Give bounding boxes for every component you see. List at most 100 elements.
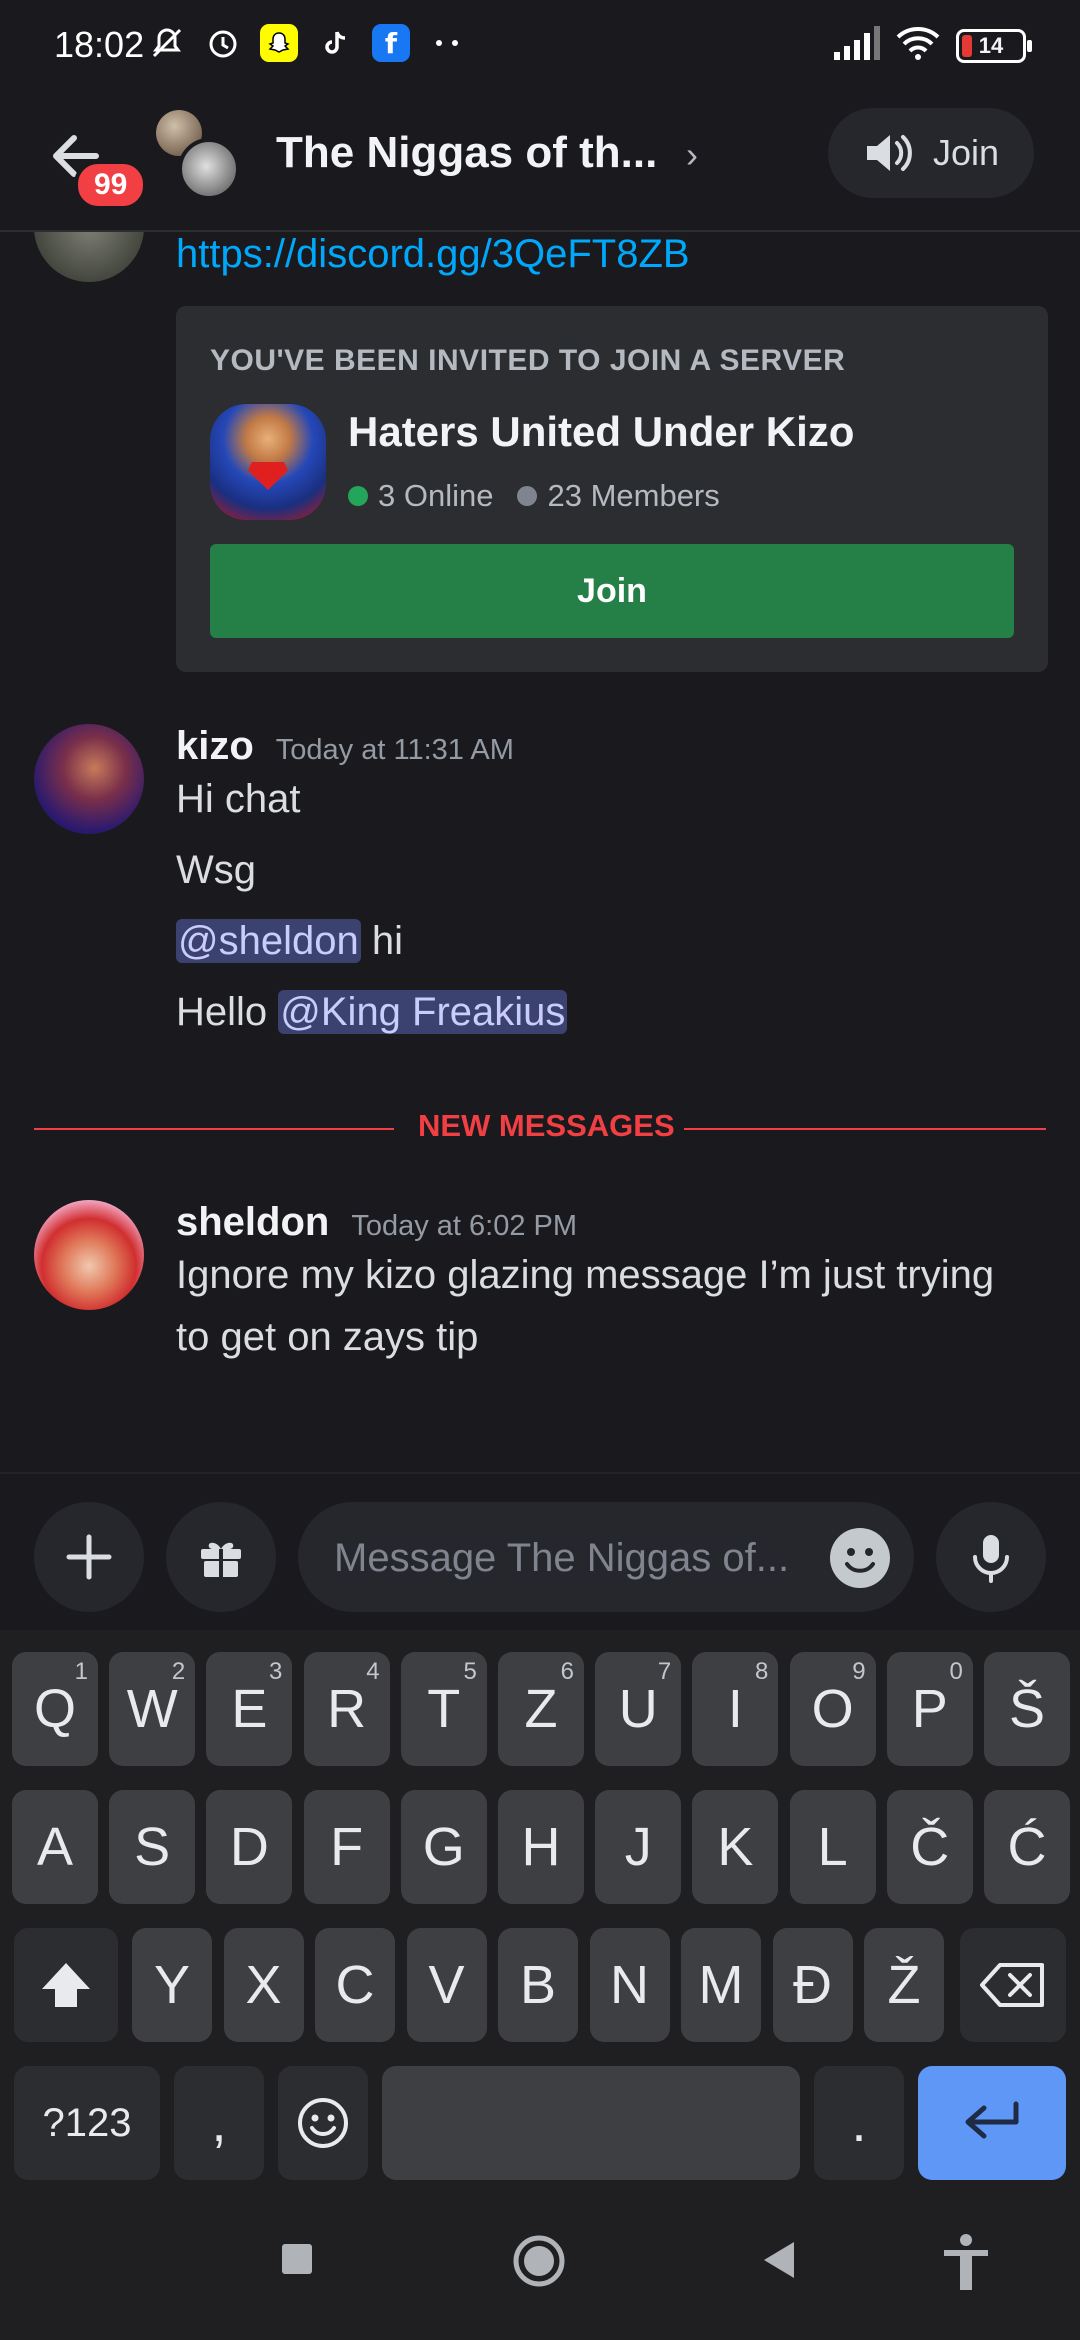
key[interactable]: L: [789, 1790, 876, 1904]
key[interactable]: I8: [692, 1652, 779, 1766]
key[interactable]: Ć: [984, 1790, 1070, 1904]
key-label: G: [422, 1817, 465, 1877]
gift-icon: [201, 1542, 241, 1577]
key-label: F: [330, 1817, 364, 1877]
key[interactable]: Đ: [772, 1928, 853, 2042]
key-label: Q: [33, 1679, 76, 1739]
key[interactable]: Y: [132, 1928, 212, 2042]
message-text: to get on zays tip: [176, 1315, 479, 1359]
key[interactable]: D: [206, 1790, 293, 1904]
invite-server-name: Haters United Under Kizo: [348, 408, 855, 455]
emoji-button[interactable]: [830, 1528, 890, 1588]
key-hint: 2: [171, 1658, 186, 1685]
speaker-icon: [866, 135, 912, 171]
message-text: @sheldon hi: [176, 910, 403, 972]
avatar[interactable]: [34, 232, 144, 282]
accessibility-icon: [944, 2234, 988, 2290]
join-voice-button[interactable]: Join: [828, 108, 1034, 198]
invite-member-count: 23 Members: [547, 478, 720, 513]
attach-button[interactable]: [34, 1502, 144, 1612]
key[interactable]: B: [498, 1928, 578, 2042]
message-timestamp: Today at 11:31 AM: [275, 734, 514, 766]
key[interactable]: R4: [303, 1652, 390, 1766]
symbols-key[interactable]: ?123: [14, 2066, 160, 2180]
key-label: Š: [1008, 1679, 1046, 1739]
shift-key[interactable]: [14, 1928, 118, 2042]
on-screen-keyboard: Q1W2E3R4T5Z6U7I8O9P0Š ASDFGHJKLČĆ YXCVBN…: [0, 1630, 1080, 2196]
key-label: A: [36, 1817, 74, 1877]
invite-stats: 3 Online 23 Members: [348, 478, 720, 514]
key-label: P: [911, 1679, 948, 1739]
message-text: Ignore my kizo glazing message I’m just …: [176, 1253, 995, 1297]
new-messages-label: NEW MESSAGES: [418, 1108, 675, 1143]
mute-icon: [148, 24, 186, 62]
key[interactable]: W2: [109, 1652, 196, 1766]
key[interactable]: M: [681, 1928, 761, 2042]
key[interactable]: Q1: [12, 1652, 98, 1766]
period-key[interactable]: .: [814, 2066, 904, 2180]
key-label: Đ: [793, 1955, 832, 2015]
voice-message-button[interactable]: [936, 1502, 1046, 1612]
key-label: J: [624, 1817, 652, 1877]
back-nav-button[interactable]: [762, 2240, 798, 2285]
key[interactable]: X: [223, 1928, 304, 2042]
message-input-placeholder: Message The Niggas of...: [334, 1536, 790, 1580]
key[interactable]: C: [315, 1928, 395, 2042]
message-text: Hi chat: [176, 777, 301, 821]
invite-heading: YOU'VE BEEN INVITED TO JOIN A SERVER: [210, 344, 846, 377]
status-bar: 18:02 f 14: [0, 0, 1080, 96]
key[interactable]: Z6: [498, 1652, 584, 1766]
recents-button[interactable]: [280, 2242, 314, 2281]
accessibility-button[interactable]: [940, 2232, 992, 2297]
alarm-icon: [204, 24, 242, 62]
key[interactable]: S: [109, 1790, 196, 1904]
key-hint: 1: [74, 1658, 88, 1685]
user-mention[interactable]: @sheldon: [176, 919, 361, 963]
message-author[interactable]: sheldon: [176, 1200, 329, 1244]
key[interactable]: Č: [886, 1790, 973, 1904]
invite-join-button[interactable]: Join: [210, 544, 1014, 638]
key[interactable]: K: [692, 1790, 779, 1904]
invite-link[interactable]: https://discord.gg/3QeFT8ZB: [176, 232, 690, 277]
key[interactable]: O9: [789, 1652, 876, 1766]
key[interactable]: U7: [595, 1652, 682, 1766]
channel-title[interactable]: The Niggas of th...: [276, 128, 657, 178]
key[interactable]: Š: [984, 1652, 1070, 1766]
avatar[interactable]: [34, 724, 144, 834]
triangle-back-icon: [764, 2242, 794, 2278]
avatar[interactable]: [34, 1200, 144, 1310]
key-label: R: [327, 1679, 367, 1739]
message-composer: Message The Niggas of...: [0, 1472, 1080, 1630]
key[interactable]: H: [498, 1790, 584, 1904]
key[interactable]: J: [595, 1790, 682, 1904]
enter-key[interactable]: [918, 2066, 1066, 2180]
message-author[interactable]: kizo: [176, 724, 254, 768]
emoji-key[interactable]: [278, 2066, 368, 2180]
key[interactable]: V: [406, 1928, 487, 2042]
space-key[interactable]: [382, 2066, 800, 2180]
key[interactable]: P0: [886, 1652, 973, 1766]
comma-key[interactable]: ,: [174, 2066, 264, 2180]
key[interactable]: E3: [206, 1652, 293, 1766]
message-list[interactable]: https://discord.gg/3QeFT8ZB YOU'VE BEEN …: [0, 232, 1080, 1472]
invite-online-count: 3 Online: [378, 478, 494, 513]
key[interactable]: T5: [400, 1652, 487, 1766]
key-label: E: [231, 1679, 268, 1739]
message-text: Wsg: [176, 848, 256, 892]
snapchat-icon: [260, 24, 298, 62]
message-input[interactable]: Message The Niggas of...: [298, 1502, 914, 1612]
gift-button[interactable]: [166, 1502, 276, 1612]
key[interactable]: N: [589, 1928, 670, 2042]
key[interactable]: G: [400, 1790, 487, 1904]
user-mention[interactable]: @King Freakius: [278, 990, 568, 1034]
key-label: Č: [910, 1817, 950, 1877]
backspace-key[interactable]: [960, 1928, 1066, 2042]
key[interactable]: A: [12, 1790, 98, 1904]
key-label: O: [811, 1679, 854, 1739]
message-text-fragment: hi: [360, 919, 403, 963]
home-button[interactable]: [512, 2234, 566, 2293]
key[interactable]: Ž: [864, 1928, 944, 2042]
key-label: K: [717, 1817, 754, 1877]
key[interactable]: F: [303, 1790, 390, 1904]
key-hint: 9: [852, 1658, 866, 1685]
